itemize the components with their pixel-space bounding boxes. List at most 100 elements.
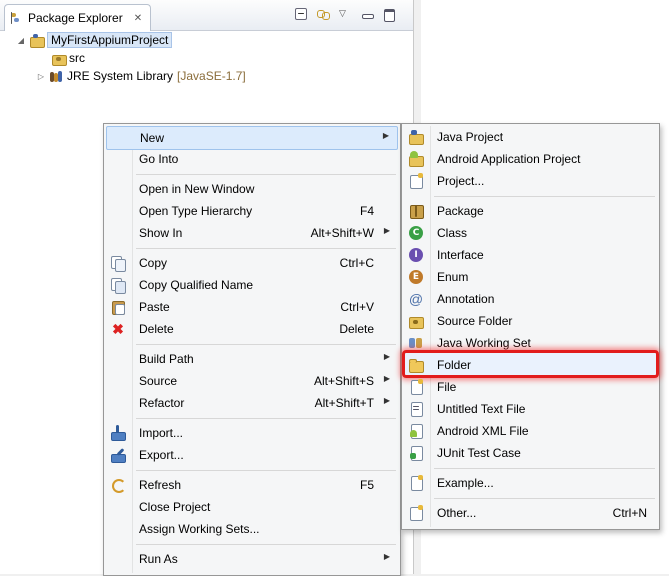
menu-item-paste[interactable]: Paste Ctrl+V (106, 296, 398, 318)
menu-item-shortcut: Alt+Shift+S (313, 374, 374, 388)
menu-item-refresh[interactable]: Refresh F5 (106, 474, 398, 496)
menu-separator (434, 468, 655, 469)
file-icon (408, 379, 424, 395)
menu-item-shortcut: F4 (359, 204, 374, 218)
submenu-item-class[interactable]: C Class (404, 222, 657, 244)
menu-item-label: Open in New Window (139, 182, 255, 196)
menu-item-label: Copy (139, 256, 168, 270)
menu-item-build-path[interactable]: Build Path ▶ (106, 348, 398, 370)
menu-item-open-type-hierarchy[interactable]: Open Type Hierarchy F4 (106, 200, 398, 222)
close-icon[interactable]: ✕ (134, 13, 142, 24)
menu-item-label: Source (139, 374, 178, 388)
package-explorer-icon (10, 11, 23, 25)
menu-item-source[interactable]: Source Alt+Shift+S ▶ (106, 370, 398, 392)
submenu-item-project[interactable]: Project... (404, 170, 657, 192)
menu-item-label: Paste (139, 300, 170, 314)
class-icon: C (408, 225, 424, 241)
menu-item-label: Project... (437, 174, 485, 188)
menu-item-label: Show In (139, 226, 183, 240)
menu-item-label: Run As (139, 552, 178, 566)
submenu-arrow-icon: ▶ (383, 226, 390, 235)
submenu-item-untitled-text-file[interactable]: Untitled Text File (404, 398, 657, 420)
delete-icon: ✖ (112, 321, 124, 337)
submenu-item-java-project[interactable]: Java Project (404, 126, 657, 148)
maximize-icon[interactable] (383, 8, 395, 22)
submenu-item-enum[interactable]: E Enum (404, 266, 657, 288)
source-folder-icon (408, 313, 424, 329)
menu-item-close-project[interactable]: Close Project (106, 496, 398, 518)
example-icon (408, 475, 424, 491)
copy-qualified-name-icon (110, 277, 126, 294)
menu-item-copy-qualified-name[interactable]: Copy Qualified Name (106, 274, 398, 296)
menu-separator (136, 174, 396, 175)
menu-item-label: Java Project (437, 130, 504, 144)
menu-item-label: Package (437, 204, 484, 218)
submenu-item-folder[interactable]: Folder (404, 354, 657, 376)
menu-separator (136, 470, 396, 471)
menu-item-show-in[interactable]: Show In Alt+Shift+W ▶ (106, 222, 398, 244)
menu-item-label: Class (437, 226, 468, 240)
menu-separator (136, 248, 396, 249)
tree-item-project[interactable]: ◢ MyFirstAppiumProject (16, 31, 173, 49)
menu-item-refactor[interactable]: Refactor Alt+Shift+T ▶ (106, 392, 398, 414)
menu-item-label: Copy Qualified Name (139, 278, 254, 292)
submenu-item-annotation[interactable]: @ Annotation (404, 288, 657, 310)
package-icon (408, 203, 424, 219)
menu-item-new[interactable]: New ▶ (106, 126, 398, 150)
junit-test-case-icon (408, 445, 424, 461)
submenu-item-package[interactable]: Package (404, 200, 657, 222)
project-name: MyFirstAppiumProject (47, 32, 173, 48)
interface-icon: I (408, 247, 424, 263)
menu-item-delete[interactable]: ✖ Delete Delete (106, 318, 398, 340)
menu-item-label: Refresh (139, 478, 182, 492)
menu-item-copy[interactable]: Copy Ctrl+C (106, 252, 398, 274)
tree-item-jre[interactable]: ▷ JRE System Library [JavaSE-1.7] (36, 67, 246, 85)
menu-item-label: Enum (437, 270, 469, 284)
menu-item-shortcut: Ctrl+C (339, 256, 374, 270)
paste-icon (110, 299, 126, 315)
submenu-item-file[interactable]: File (404, 376, 657, 398)
menu-item-label: Build Path (139, 352, 194, 366)
view-menu-icon[interactable]: ▽ (339, 8, 351, 20)
submenu-arrow-icon: ▶ (383, 552, 390, 561)
collapse-all-icon[interactable] (295, 8, 307, 20)
menu-item-shortcut: Alt+Shift+T (314, 396, 374, 410)
menu-item-label: Android XML File (437, 424, 529, 438)
submenu-item-source-folder[interactable]: Source Folder (404, 310, 657, 332)
menu-item-label: Export... (139, 448, 184, 462)
package-explorer-tab[interactable]: Package Explorer ✕ (4, 4, 151, 31)
menu-item-shortcut: Delete (339, 322, 374, 336)
menu-item-go-into[interactable]: Go Into (106, 148, 398, 170)
minimize-icon[interactable] (361, 8, 374, 20)
submenu-item-interface[interactable]: I Interface (404, 244, 657, 266)
menu-item-label: Example... (437, 476, 494, 490)
menu-item-label: Interface (437, 248, 484, 262)
submenu-item-junit-test-case[interactable]: JUnit Test Case (404, 442, 657, 464)
new-submenu: Java Project Android Application Project… (401, 123, 660, 530)
copy-icon (110, 255, 126, 272)
android-xml-file-icon (408, 423, 424, 439)
android-project-icon (408, 151, 424, 167)
refresh-icon (110, 477, 126, 493)
menu-separator (434, 196, 655, 197)
collapsed-twisty-icon[interactable]: ▷ (36, 72, 46, 81)
menu-item-export[interactable]: Export... (106, 444, 398, 466)
expanded-twisty-icon[interactable]: ◢ (16, 36, 26, 45)
menu-item-run-as[interactable]: Run As ▶ (106, 548, 398, 570)
other-icon (408, 505, 424, 521)
submenu-item-other[interactable]: Other... Ctrl+N (404, 502, 657, 524)
library-icon (50, 70, 63, 83)
tree-item-src[interactable]: src (52, 49, 85, 67)
src-label: src (69, 51, 85, 65)
menu-separator (434, 498, 655, 499)
menu-item-assign-working-sets[interactable]: Assign Working Sets... (106, 518, 398, 540)
submenu-item-example[interactable]: Example... (404, 472, 657, 494)
view-tab-bar: Package Explorer ✕ ▽ (0, 0, 413, 31)
menu-item-shortcut: Ctrl+N (612, 506, 647, 520)
menu-item-open-in-new-window[interactable]: Open in New Window (106, 178, 398, 200)
submenu-item-android-application-project[interactable]: Android Application Project (404, 148, 657, 170)
annotation-icon: @ (408, 291, 424, 307)
submenu-item-android-xml-file[interactable]: Android XML File (404, 420, 657, 442)
link-with-editor-icon[interactable] (317, 8, 330, 20)
menu-item-import[interactable]: Import... (106, 422, 398, 444)
